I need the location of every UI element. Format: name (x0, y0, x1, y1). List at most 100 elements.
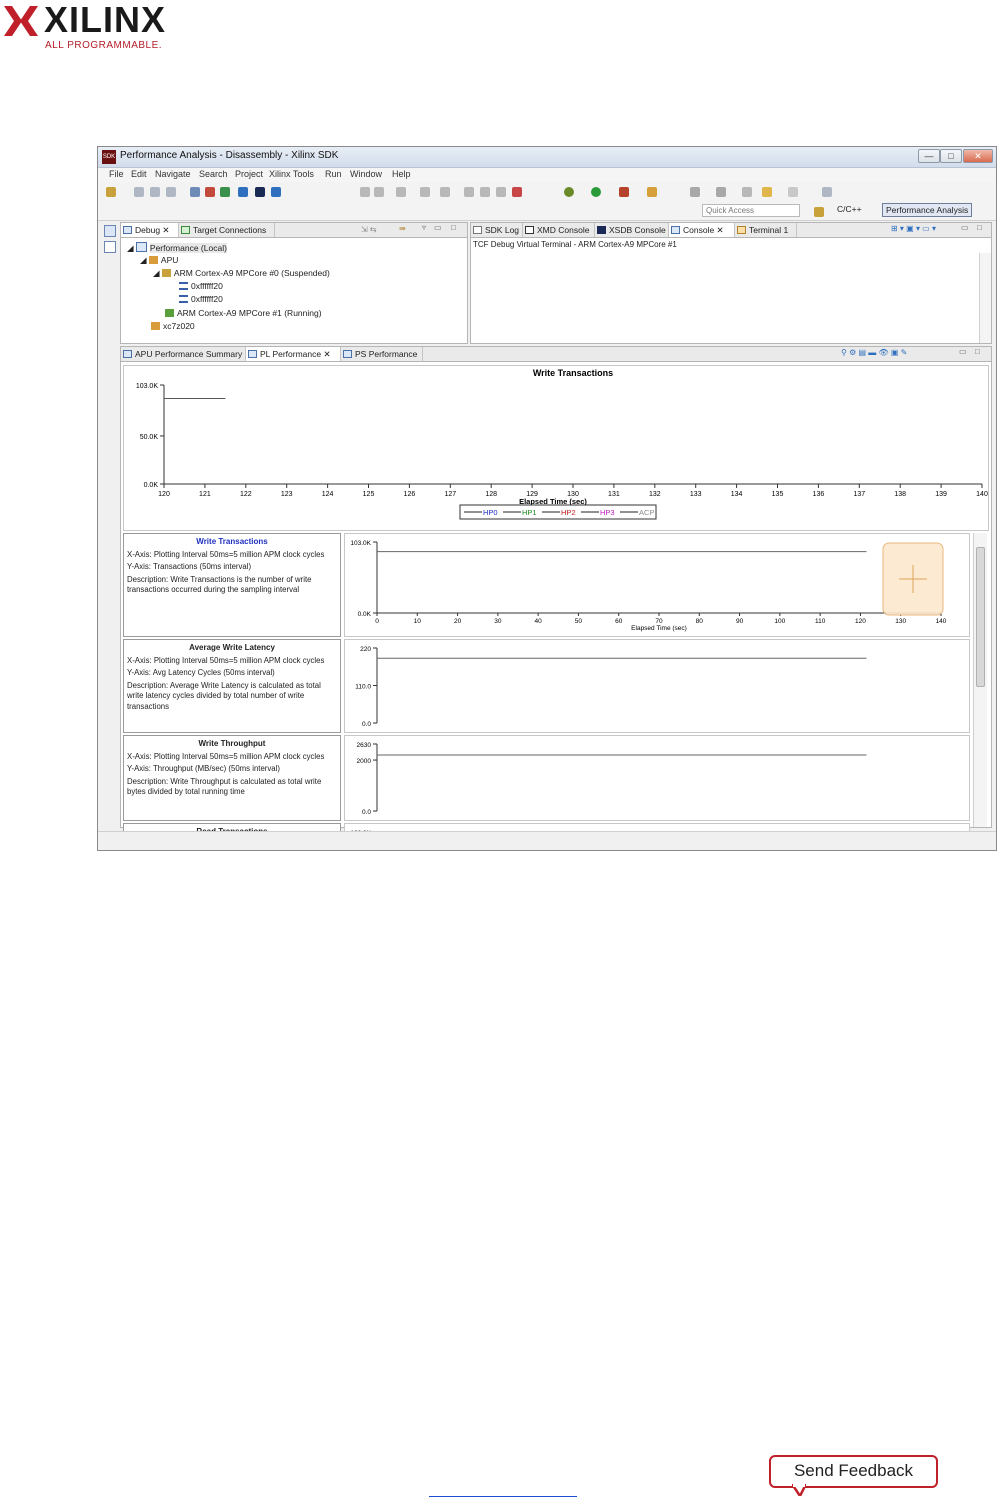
perspective-performance-button[interactable]: Performance Analysis (882, 203, 973, 217)
perspective-cc-button[interactable]: C/C++ (834, 203, 865, 217)
open-perspective-icon[interactable] (814, 207, 824, 217)
save-icon[interactable] (134, 187, 144, 197)
tab-sdk-log[interactable]: SDK Log (471, 223, 523, 237)
x-tick-label: 40 (535, 618, 543, 625)
run-launch-icon[interactable] (591, 187, 601, 197)
tab-sdk-log-label: SDK Log (485, 225, 520, 235)
sdk-app-icon: SDK (102, 150, 116, 164)
step-into-icon[interactable] (440, 187, 450, 197)
x-tick-label: 125 (363, 491, 375, 498)
skip-breakpoints-icon[interactable] (360, 187, 370, 197)
pause-icon[interactable] (480, 187, 490, 197)
external-tools-icon[interactable] (619, 187, 629, 197)
x-tick-label: 135 (772, 491, 784, 498)
console-minimize-icon[interactable]: ▭ (961, 223, 969, 232)
menu-run[interactable]: Run (325, 169, 342, 179)
tree-item-frame-0[interactable]: 0xffffff20 (179, 281, 223, 291)
debug-icon[interactable] (564, 187, 574, 197)
quick-access-input[interactable]: Quick Access (702, 204, 800, 217)
tree-item-frame-1[interactable]: 0xffffff20 (179, 294, 223, 304)
x-tick-label: 120 (855, 618, 866, 625)
console-scrollbar[interactable] (979, 253, 991, 343)
tree-item-core0[interactable]: ◢ ARM Cortex-A9 MPCore #0 (Suspended) (153, 268, 330, 279)
run-icon[interactable] (464, 187, 474, 197)
terminal-icon[interactable] (271, 187, 281, 197)
tree-item-xc7z020[interactable]: xc7z020 (151, 321, 195, 331)
menu-window[interactable]: Window (350, 169, 382, 179)
save-all-icon[interactable] (150, 187, 160, 197)
menu-navigate[interactable]: Navigate (155, 169, 191, 179)
step-filter-icon[interactable]: ⇛ (399, 224, 406, 233)
y-tick-label: 220 (360, 646, 371, 653)
close-button[interactable]: ✕ (963, 149, 993, 163)
resume-icon[interactable] (420, 187, 430, 197)
profile-icon[interactable] (647, 187, 657, 197)
restore-icon[interactable] (104, 225, 116, 237)
chart-title: Write Transactions (533, 368, 613, 378)
minimize-view-icon[interactable]: ▭ (434, 223, 442, 232)
tab-console[interactable]: Console ✕ (669, 223, 735, 237)
status-bar (98, 831, 996, 850)
new-icon[interactable] (106, 187, 116, 197)
performance-minimize-icon[interactable]: ▭ (959, 347, 967, 356)
metrics-scrollbar[interactable] (973, 533, 987, 827)
tab-apu-performance-summary[interactable]: APU Performance Summary (121, 347, 246, 361)
performance-toolbar-icons[interactable]: ⚲ ⚙ ▤ ▬ 👁 ▣ ✎ (841, 348, 907, 357)
scrollbar-thumb[interactable] (976, 547, 985, 687)
debug-view-toolbar-icons[interactable]: ⇲ ⇆ (361, 225, 377, 234)
y-tick-label: 0.0K (144, 482, 159, 489)
tab-debug[interactable]: Debug ✕ (121, 223, 179, 237)
metric-chart-panel: 220 110.0 0.0 (344, 639, 970, 733)
maximize-view-icon[interactable]: □ (451, 223, 456, 232)
console-maximize-icon[interactable]: □ (977, 223, 982, 232)
tree-item-performance[interactable]: ◢ Performance (Local) (127, 242, 227, 254)
tab-apu-summary-label: APU Performance Summary (135, 349, 243, 359)
tree-item-apu[interactable]: ◢ APU (140, 255, 178, 266)
logo-wordmark: XILINX (44, 0, 167, 40)
tree-item-core1[interactable]: ARM Cortex-A9 MPCore #1 (Running) (165, 308, 322, 318)
disconnect-icon[interactable] (396, 187, 406, 197)
print-icon[interactable] (166, 187, 176, 197)
menu-help[interactable]: Help (392, 169, 411, 179)
bsp-icon[interactable] (220, 187, 230, 197)
minimize-button[interactable]: — (918, 149, 940, 163)
step-icon[interactable] (374, 187, 384, 197)
tab-xsdb-console[interactable]: XSDB Console (595, 223, 669, 237)
console-toolbar-icons[interactable]: ⊞ ▾ ▣ ▾ ▭ ▾ (891, 224, 936, 233)
next-annotation-icon[interactable] (690, 187, 700, 197)
forward-icon[interactable] (788, 187, 798, 197)
maximize-button[interactable]: □ (940, 149, 962, 163)
xsdb-icon[interactable] (255, 187, 265, 197)
tab-terminal-1[interactable]: Terminal 1 (735, 223, 797, 237)
x-tick-label: 30 (494, 618, 502, 625)
flash-icon[interactable] (205, 187, 215, 197)
tab-target-connections[interactable]: Target Connections (179, 223, 275, 237)
tab-ps-performance[interactable]: PS Performance (341, 347, 423, 361)
minimized-view-icon[interactable] (104, 241, 116, 253)
pin-editor-icon[interactable] (822, 187, 832, 197)
menu-file[interactable]: File (109, 169, 124, 179)
tab-xmd-console[interactable]: XMD Console (523, 223, 595, 237)
prev-annotation-icon[interactable] (716, 187, 726, 197)
logo-tagline: ALL PROGRAMMABLE. (45, 40, 163, 51)
launch-icon (135, 242, 147, 252)
tab-pl-performance[interactable]: PL Performance ✕ (246, 347, 341, 361)
program-fpga-icon[interactable] (190, 187, 200, 197)
xmd-console-icon[interactable] (238, 187, 248, 197)
disconnect-red-icon[interactable] (512, 187, 522, 197)
window-title: Performance Analysis - Disassembly - Xil… (120, 150, 339, 161)
x-tick-label: 110 (815, 618, 826, 625)
menu-edit[interactable]: Edit (131, 169, 147, 179)
back-icon[interactable] (762, 187, 772, 197)
menu-xilinx-tools[interactable]: Xilinx Tools (269, 169, 314, 179)
x-tick-label: 20 (454, 618, 462, 625)
footer-link-underline[interactable] (429, 1496, 577, 1497)
last-edit-icon[interactable] (742, 187, 752, 197)
console-output: TCF Debug Virtual Terminal - ARM Cortex-… (473, 240, 677, 249)
menu-search[interactable]: Search (199, 169, 228, 179)
menu-project[interactable]: Project (235, 169, 263, 179)
performance-maximize-icon[interactable]: □ (975, 347, 980, 356)
stop-icon[interactable] (496, 187, 506, 197)
metric-title: Average Write Latency (189, 643, 275, 652)
view-menu-icon[interactable]: ▿ (422, 223, 426, 232)
